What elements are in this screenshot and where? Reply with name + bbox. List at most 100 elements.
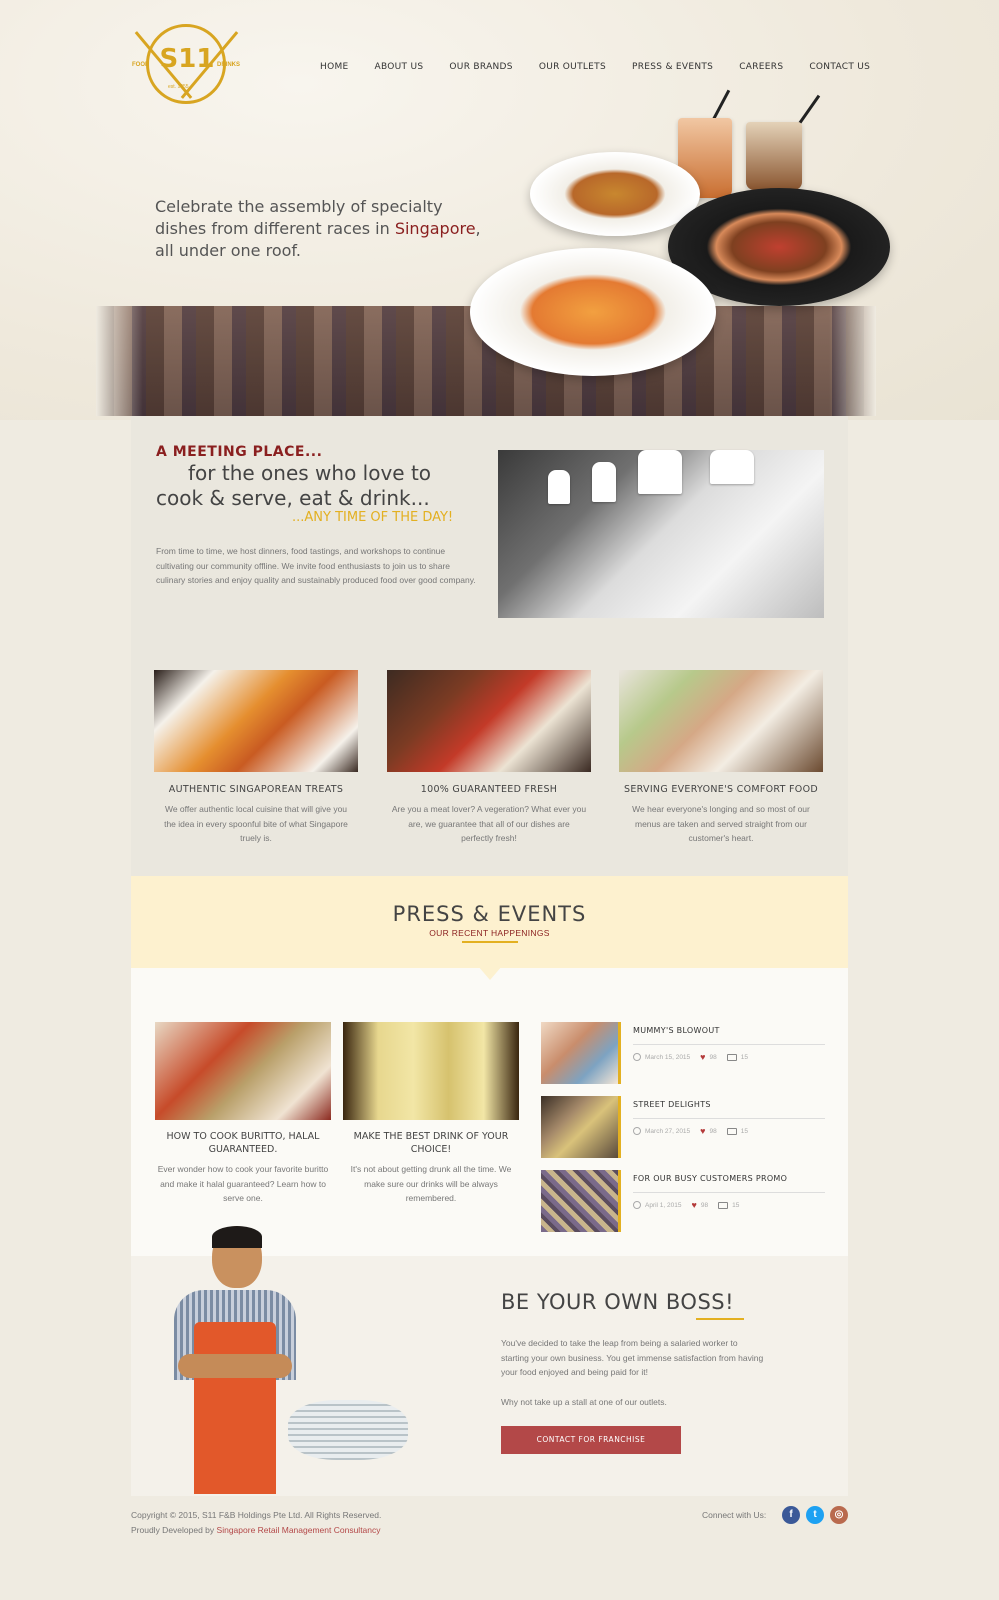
- footer-copyright: Copyright © 2015, S11 F&B Holdings Pte L…: [131, 1508, 381, 1538]
- feature-title: AUTHENTIC SINGAPOREAN TREATS: [168, 784, 344, 795]
- chef-hat: [710, 450, 754, 484]
- feature-title: 100% GUARANTEED FRESH: [420, 784, 558, 795]
- noodle-plate: [530, 152, 700, 236]
- comment-icon[interactable]: [726, 1127, 737, 1135]
- facebook-icon[interactable]: f: [782, 1506, 800, 1524]
- press-underline: [462, 941, 518, 943]
- logo-drinks-text: DRINKS: [217, 62, 241, 68]
- nav-home[interactable]: HOME: [320, 62, 349, 72]
- feature-image: [154, 670, 358, 772]
- nav-careers[interactable]: CAREERS: [739, 62, 783, 72]
- event-item[interactable]: STREET DELIGHTS March 27, 2015 ♥ 98 15: [541, 1096, 825, 1158]
- hero-line-3: all under one roof.: [155, 241, 301, 260]
- hero-line-2: dishes from different races in Singapore…: [155, 218, 495, 240]
- heart-icon[interactable]: ♥: [700, 1052, 705, 1062]
- feature-desc: We offer authentic local cuisine that wi…: [164, 804, 348, 843]
- heart-icon[interactable]: ♥: [700, 1126, 705, 1136]
- nav-our-outlets[interactable]: OUR OUTLETS: [539, 62, 606, 72]
- article-title[interactable]: HOW TO COOK BURITTO, HALAL GUARANTEED.: [155, 1130, 331, 1156]
- event-meta: April 1, 2015 ♥ 98 15: [633, 1200, 739, 1210]
- event-comments: 15: [740, 1127, 748, 1135]
- s11-logo[interactable]: S11 FOOD DRINKS est. 1955: [132, 22, 242, 108]
- developer-link[interactable]: Singapore Retail Management Consultancy: [217, 1525, 381, 1535]
- feature-image: [619, 670, 823, 772]
- chef-hat: [638, 450, 682, 494]
- feature-card: SERVING EVERYONE'S COMFORT FOOD We hear …: [619, 670, 823, 846]
- event-title[interactable]: FOR OUR BUSY CUSTOMERS PROMO: [633, 1174, 825, 1183]
- iced-coffee-glass: [746, 122, 802, 190]
- nav-our-brands[interactable]: OUR BRANDS: [449, 62, 512, 72]
- nav-contact-us[interactable]: CONTACT US: [809, 62, 870, 72]
- event-date: March 27, 2015: [645, 1127, 691, 1135]
- press-subtitle: OUR RECENT HAPPENINGS: [429, 928, 550, 938]
- article-image[interactable]: [155, 1022, 331, 1120]
- article-card[interactable]: HOW TO COOK BURITTO, HALAL GUARANTEED. E…: [155, 1022, 331, 1206]
- feature-desc: We hear everyone's longing and so most o…: [632, 804, 810, 843]
- meeting-body: From time to time, we host dinners, food…: [156, 546, 476, 585]
- event-divider: [633, 1192, 825, 1193]
- hero-tagline: Celebrate the assembly of specialty dish…: [155, 196, 495, 262]
- event-likes: 98: [709, 1053, 717, 1061]
- prawn-noodle-plate: [470, 248, 716, 376]
- event-likes: 98: [709, 1127, 717, 1135]
- press-arrow: [478, 966, 502, 980]
- feature-image: [387, 670, 591, 772]
- meeting-heading-1: A MEETING PLACE...: [156, 444, 323, 460]
- press-title: PRESS & EVENTS: [392, 902, 587, 926]
- page: S11 FOOD DRINKS est. 1955 HOME ABOUT US …: [0, 0, 999, 1600]
- franchise-title: BE YOUR OWN BOSS!: [501, 1290, 735, 1314]
- event-thumbnail[interactable]: [541, 1170, 621, 1232]
- comment-icon[interactable]: [726, 1053, 737, 1061]
- event-comments: 15: [740, 1053, 748, 1061]
- main-nav: HOME ABOUT US OUR BRANDS OUR OUTLETS PRE…: [320, 62, 896, 72]
- feature-card: 100% GUARANTEED FRESH Are you a meat lov…: [387, 670, 591, 846]
- event-meta: March 27, 2015 ♥ 98 15: [633, 1126, 748, 1136]
- franchise-underline: [696, 1318, 744, 1320]
- developed-prefix: Proudly Developed by: [131, 1525, 215, 1535]
- connect-label: Connect with Us:: [702, 1510, 767, 1520]
- nav-about-us[interactable]: ABOUT US: [375, 62, 424, 72]
- twitter-icon[interactable]: t: [806, 1506, 824, 1524]
- feature-title: SERVING EVERYONE'S COMFORT FOOD: [624, 784, 818, 795]
- article-title[interactable]: MAKE THE BEST DRINK OF YOUR CHOICE!: [343, 1130, 519, 1156]
- event-divider: [633, 1118, 825, 1119]
- person-apron: [194, 1322, 276, 1494]
- hero-line-1: Celebrate the assembly of specialty: [155, 197, 443, 216]
- event-item[interactable]: FOR OUR BUSY CUSTOMERS PROMO April 1, 20…: [541, 1170, 825, 1232]
- nav-press-events[interactable]: PRESS & EVENTS: [632, 62, 713, 72]
- hero-line-2-text: dishes from different races in: [155, 219, 390, 238]
- contact-franchise-button[interactable]: CONTACT FOR FRANCHISE: [501, 1426, 681, 1454]
- clock-icon: [633, 1127, 641, 1135]
- event-thumbnail[interactable]: [541, 1022, 621, 1084]
- event-title[interactable]: MUMMY'S BLOWOUT: [633, 1026, 825, 1035]
- hero-line-2-end: ,: [475, 219, 481, 238]
- chefs-photo: [498, 450, 824, 618]
- meeting-heading-3: cook & serve, eat & drink...: [156, 486, 430, 510]
- event-title[interactable]: STREET DELIGHTS: [633, 1100, 825, 1109]
- instagram-icon[interactable]: ◎: [830, 1506, 848, 1524]
- comment-icon[interactable]: [718, 1201, 729, 1209]
- franchise-body-2: Why not take up a stall at one of our ou…: [501, 1397, 667, 1407]
- meeting-heading-2: for the ones who love to: [188, 461, 432, 485]
- article-image[interactable]: [343, 1022, 519, 1120]
- event-thumbnail[interactable]: [541, 1096, 621, 1158]
- feature-card: AUTHENTIC SINGAPOREAN TREATS We offer au…: [154, 670, 358, 846]
- event-item[interactable]: MUMMY'S BLOWOUT March 15, 2015 ♥ 98 15: [541, 1022, 825, 1084]
- logo-food-text: FOOD: [132, 62, 150, 68]
- event-date: March 15, 2015: [645, 1053, 691, 1061]
- heart-icon[interactable]: ♥: [692, 1200, 697, 1210]
- person-arms: [178, 1354, 292, 1378]
- franchise-body: You've decided to take the leap from bei…: [501, 1338, 764, 1377]
- article-desc: Ever wonder how to cook your favorite bu…: [157, 1164, 329, 1203]
- logo-name: S11: [159, 44, 215, 74]
- copyright-text: Copyright © 2015, S11 F&B Holdings Pte L…: [131, 1510, 382, 1520]
- meeting-heading-4: ...ANY TIME OF THE DAY!: [292, 510, 454, 525]
- chef-hat: [548, 470, 570, 504]
- feature-desc: Are you a meat lover? A vegeration? What…: [391, 804, 587, 843]
- event-divider: [633, 1044, 825, 1045]
- clock-icon: [633, 1053, 641, 1061]
- hero-highlight: Singapore: [394, 219, 476, 238]
- event-meta: March 15, 2015 ♥ 98 15: [633, 1052, 748, 1062]
- article-card[interactable]: MAKE THE BEST DRINK OF YOUR CHOICE! It's…: [343, 1022, 519, 1206]
- event-comments: 15: [732, 1201, 740, 1209]
